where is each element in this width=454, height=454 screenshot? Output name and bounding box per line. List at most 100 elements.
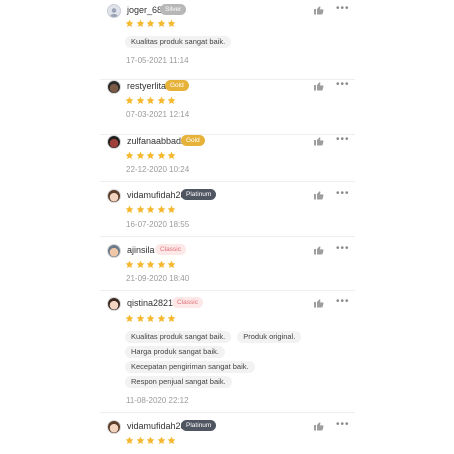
more-options-icon[interactable]: ••• bbox=[336, 244, 350, 254]
review-date: 16-07-2020 18:55 bbox=[126, 220, 190, 229]
reviewer-username[interactable]: restyerlita bbox=[127, 81, 166, 91]
star-icon bbox=[125, 205, 134, 213]
user-avatar bbox=[107, 420, 121, 434]
star-icon bbox=[125, 436, 134, 444]
star-icon bbox=[157, 205, 165, 213]
star-rating bbox=[125, 436, 176, 446]
review-item: qistina2821 Classic ••• Kualitas produk san… bbox=[100, 291, 355, 413]
star-rating bbox=[125, 19, 176, 29]
star-rating bbox=[125, 96, 176, 106]
default-avatar-icon bbox=[107, 4, 121, 18]
star-rating bbox=[125, 205, 176, 215]
tag-row: Respon penjual sangat baik. bbox=[125, 376, 355, 388]
more-options-icon[interactable]: ••• bbox=[336, 420, 350, 430]
user-avatar bbox=[107, 244, 121, 258]
review-date: 22-12-2020 10:24 bbox=[126, 165, 190, 174]
review-date: 07-03-2021 12:14 bbox=[126, 110, 190, 119]
star-icon bbox=[146, 151, 155, 159]
star-icon bbox=[125, 151, 134, 159]
star-icon bbox=[167, 260, 176, 268]
thumbs-up-icon[interactable] bbox=[313, 188, 325, 200]
reviewer-username[interactable]: qistina2821 bbox=[127, 298, 173, 308]
review-tag: Produk original. bbox=[237, 331, 302, 343]
more-options-icon[interactable]: ••• bbox=[336, 4, 350, 14]
review-tag: Harga produk sangat baik. bbox=[125, 346, 225, 358]
star-icon bbox=[146, 436, 155, 444]
star-icon bbox=[136, 151, 144, 159]
tag-row: Harga produk sangat baik. bbox=[125, 346, 355, 358]
star-icon bbox=[136, 260, 144, 268]
star-icon bbox=[157, 260, 165, 268]
membership-badge: Platinum bbox=[181, 189, 217, 200]
more-options-icon[interactable]: ••• bbox=[336, 135, 350, 145]
star-icon bbox=[125, 314, 134, 322]
review-item: ajinsila Classic ••• 21-09-2020 18:40 bbox=[100, 237, 355, 291]
membership-badge: Gold bbox=[165, 80, 189, 91]
star-icon bbox=[136, 205, 144, 213]
star-icon bbox=[167, 151, 176, 159]
user-avatar bbox=[107, 135, 121, 149]
thumbs-up-icon[interactable] bbox=[313, 79, 325, 91]
star-icon bbox=[136, 19, 144, 27]
star-icon bbox=[136, 96, 144, 104]
reviewer-username[interactable]: vidamufidah28 bbox=[127, 421, 186, 431]
star-rating bbox=[125, 314, 176, 324]
star-icon bbox=[125, 96, 134, 104]
star-icon bbox=[146, 260, 155, 268]
star-icon bbox=[167, 314, 176, 322]
thumbs-up-icon[interactable] bbox=[313, 296, 325, 308]
reviewer-username[interactable]: vidamufidah28 bbox=[127, 190, 186, 200]
star-icon bbox=[167, 436, 176, 444]
review-date: 21-09-2020 18:40 bbox=[126, 274, 190, 283]
star-icon bbox=[146, 314, 155, 322]
review-item: joger_68 Silver ••• Kualitas produk sangat … bbox=[100, 0, 355, 80]
review-item: vidamufidah28 Platinum ••• 16-07-2020 18:55 bbox=[100, 182, 355, 237]
star-icon bbox=[157, 19, 165, 27]
more-options-icon[interactable]: ••• bbox=[336, 297, 350, 307]
review-tag: Kualitas produk sangat baik. bbox=[125, 36, 232, 48]
user-avatar bbox=[107, 80, 121, 94]
review-tag: Kecepatan pengiriman sangat baik. bbox=[125, 361, 255, 373]
review-tags: Kualitas produk sangat baik. bbox=[125, 36, 355, 51]
review-item: vidamufidah28 Platinum ••• bbox=[100, 413, 355, 454]
user-avatar bbox=[107, 297, 121, 311]
reviewer-username[interactable]: zulfanaabbad2 bbox=[127, 136, 186, 146]
star-icon bbox=[125, 260, 134, 268]
membership-badge: Silver bbox=[160, 4, 187, 15]
star-icon bbox=[157, 151, 165, 159]
star-icon bbox=[146, 96, 155, 104]
star-icon bbox=[136, 314, 144, 322]
tag-row: Kecepatan pengiriman sangat baik. bbox=[125, 361, 355, 373]
star-icon bbox=[157, 96, 165, 104]
review-tag: Respon penjual sangat baik. bbox=[125, 376, 232, 388]
more-options-icon[interactable]: ••• bbox=[336, 189, 350, 199]
star-icon bbox=[167, 205, 176, 213]
star-icon bbox=[157, 314, 165, 322]
thumbs-up-icon[interactable] bbox=[313, 419, 325, 431]
reviewer-username[interactable]: joger_68 bbox=[127, 5, 162, 15]
review-item: restyerlita Gold ••• 07-03-2021 12:14 bbox=[100, 80, 355, 135]
thumbs-up-icon[interactable] bbox=[313, 134, 325, 146]
membership-badge: Classic bbox=[155, 244, 186, 255]
review-tags: Kualitas produk sangat baik. Produk origi… bbox=[125, 331, 355, 391]
star-rating bbox=[125, 151, 176, 161]
star-icon bbox=[136, 436, 144, 444]
membership-badge: Classic bbox=[172, 297, 203, 308]
star-icon bbox=[146, 19, 155, 27]
star-icon bbox=[125, 19, 134, 27]
star-rating bbox=[125, 260, 176, 270]
review-date: 11-08-2020 22:12 bbox=[126, 396, 189, 405]
membership-badge: Platinum bbox=[181, 420, 217, 431]
star-icon bbox=[167, 19, 176, 27]
review-item: zulfanaabbad2 Gold ••• 22-12-2020 10:24 bbox=[100, 135, 355, 182]
star-icon bbox=[146, 205, 155, 213]
tag-row: Kualitas produk sangat baik. Produk origi… bbox=[125, 331, 355, 343]
thumbs-up-icon[interactable] bbox=[313, 3, 325, 15]
review-tag: Kualitas produk sangat baik. bbox=[125, 331, 232, 343]
review-list: joger_68 Silver ••• Kualitas produk sangat … bbox=[0, 0, 454, 454]
reviewer-username[interactable]: ajinsila bbox=[127, 245, 155, 255]
star-icon bbox=[157, 436, 165, 444]
review-date: 17-05-2021 11:14 bbox=[126, 56, 189, 65]
more-options-icon[interactable]: ••• bbox=[336, 80, 350, 90]
thumbs-up-icon[interactable] bbox=[313, 243, 325, 255]
